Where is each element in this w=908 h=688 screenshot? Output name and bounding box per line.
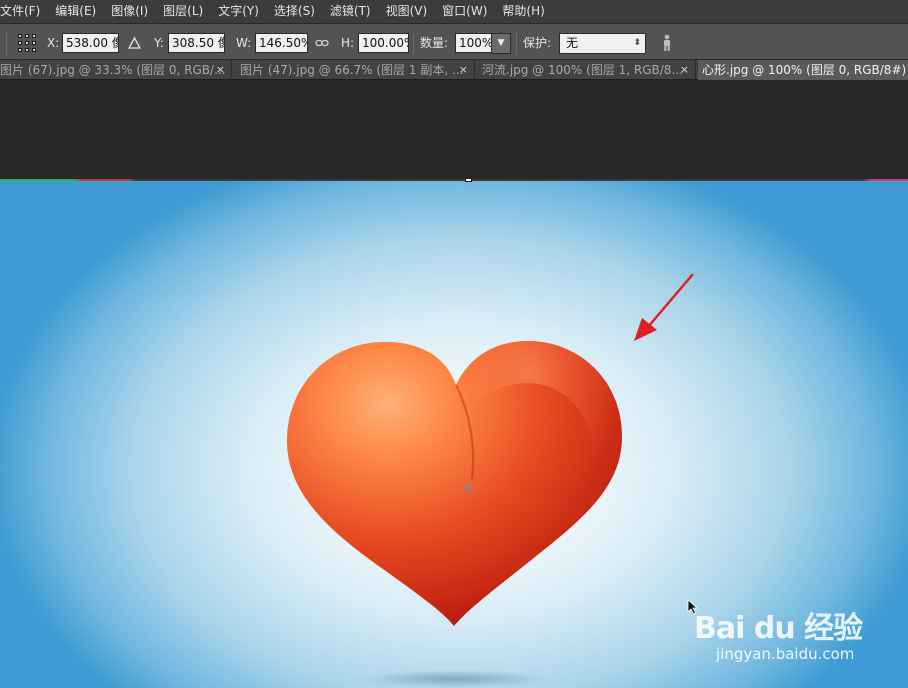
tab-label: 图片 (67).jpg @ 33.3% (图层 0, RGB/... (0, 63, 226, 77)
select-arrows-icon: ⬍ (633, 38, 641, 48)
menu-select[interactable]: 选择(S) (274, 0, 322, 23)
protect-select[interactable]: 无 ⬍ (559, 33, 646, 54)
width-field[interactable]: 146.50% (255, 33, 308, 53)
workspace-background (0, 80, 908, 179)
menu-layer[interactable]: 图层(L) (163, 0, 210, 23)
baidu-jingyan-watermark: Bai du 经验 jingyan.baidu.com (690, 589, 890, 679)
menu-edit[interactable]: 编辑(E) (55, 0, 103, 23)
document-tab[interactable]: 图片 (67).jpg @ 33.3% (图层 0, RGB/... × (0, 60, 232, 80)
close-icon[interactable]: × (459, 60, 468, 80)
heart-shadow (360, 670, 550, 688)
x-label: X: (47, 35, 60, 50)
menu-help[interactable]: 帮助(H) (502, 0, 551, 23)
y-label: Y: (154, 35, 164, 50)
watermark-url: jingyan.baidu.com (716, 645, 855, 663)
close-icon[interactable]: × (216, 60, 225, 80)
amount-dropdown-button[interactable]: ▼ (491, 33, 511, 54)
document-tab-active[interactable]: 心形.jpg @ 100% (图层 0, RGB/8#) * (698, 60, 908, 80)
document-tab-bar: 图片 (67).jpg @ 33.3% (图层 0, RGB/... × 图片 … (0, 60, 908, 80)
amount-label: 数量: (420, 36, 449, 50)
tab-label: 河流.jpg @ 100% (图层 1, RGB/8... (482, 63, 683, 77)
separator (413, 31, 414, 55)
puppet-figure-icon[interactable] (661, 24, 673, 61)
options-bar: X: 538.00 像素 Y: 308.50 像素 W: 146.50% H: … (0, 23, 908, 60)
menu-filter[interactable]: 滤镜(T) (330, 0, 378, 23)
menu-window[interactable]: 窗口(W) (442, 0, 494, 23)
tab-label: 图片 (47).jpg @ 66.7% (图层 1 副本, ... (240, 63, 464, 77)
relative-position-icon[interactable] (128, 24, 141, 61)
protect-select-value: 无 (566, 36, 579, 50)
menu-image[interactable]: 图像(I) (111, 0, 155, 23)
red-arrow-annotation (634, 273, 694, 341)
document-tab[interactable]: 图片 (47).jpg @ 66.7% (图层 1 副本, ... × (236, 60, 475, 80)
protect-label: 保护: (523, 36, 552, 50)
tab-label: 心形.jpg @ 100% (图层 0, RGB/8#) * (702, 63, 908, 77)
watermark-logo: Bai du 经验 (694, 611, 863, 646)
link-icon[interactable] (315, 24, 329, 61)
menu-bar: 文件(F) 编辑(E) 图像(I) 图层(L) 文字(Y) 选择(S) 滤镜(T… (0, 0, 908, 23)
height-field[interactable]: 100.00% (358, 33, 409, 53)
x-position-field[interactable]: 538.00 像素 (62, 33, 119, 53)
w-label: W: (236, 35, 252, 50)
y-position-field[interactable]: 308.50 像素 (168, 33, 225, 53)
menu-view[interactable]: 视图(V) (386, 0, 435, 23)
close-icon[interactable]: × (680, 60, 689, 80)
h-label: H: (341, 35, 355, 50)
menu-file[interactable]: 文件(F) (0, 0, 47, 23)
amount-field[interactable]: 100% (455, 33, 492, 53)
image-canvas[interactable]: Bai du 经验 jingyan.baidu.com (0, 179, 908, 688)
separator (516, 31, 517, 55)
document-tab[interactable]: 河流.jpg @ 100% (图层 1, RGB/8... × (478, 60, 696, 80)
separator (6, 31, 7, 55)
menu-type[interactable]: 文字(Y) (218, 0, 266, 23)
reference-point-grid-icon[interactable] (17, 33, 37, 53)
